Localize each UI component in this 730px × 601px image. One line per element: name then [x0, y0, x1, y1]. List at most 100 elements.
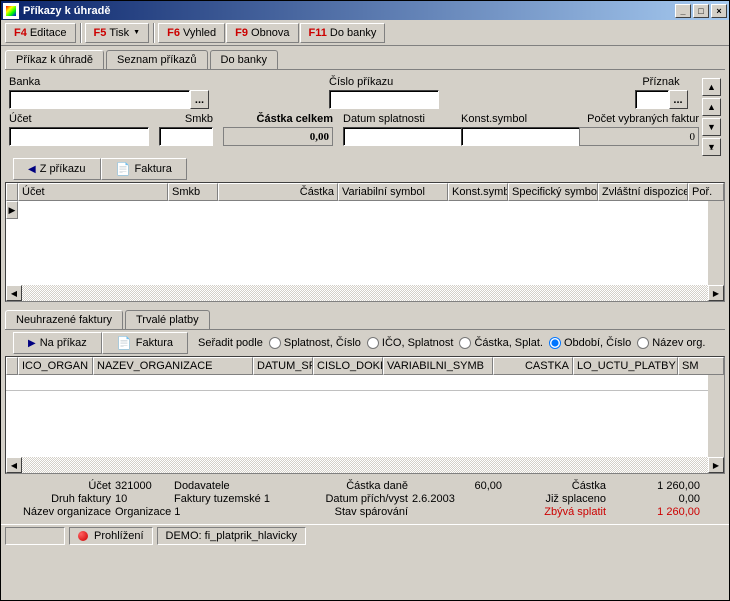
- bank-lookup-button[interactable]: ...: [190, 90, 209, 109]
- summary-invtype-desc: Faktury tuzemské 1: [174, 493, 304, 505]
- flag-input[interactable]: [635, 90, 669, 109]
- grid2-hscroll[interactable]: ◀ ▶: [6, 457, 724, 473]
- sort-opt-3[interactable]: Částka, Splat.: [459, 337, 542, 349]
- to-order-button[interactable]: ▶Na příkaz: [13, 332, 102, 354]
- page-icon: 📄: [116, 162, 131, 176]
- grid1-body[interactable]: ▶: [6, 201, 724, 285]
- invoice-button-1[interactable]: 📄Faktura: [101, 158, 187, 180]
- col-specsym[interactable]: Specifický symbo: [508, 183, 598, 201]
- sort-opt-4[interactable]: Období, Číslo: [549, 337, 631, 349]
- col-docno[interactable]: CISLO_DOKL: [313, 357, 383, 375]
- smkb-input[interactable]: [159, 127, 213, 146]
- view-button[interactable]: F6Vyhled: [158, 23, 225, 43]
- col-payacct[interactable]: LO_UCTU_PLATBY: [573, 357, 678, 375]
- col-amount2[interactable]: CASTKA: [493, 357, 573, 375]
- col-amount[interactable]: Částka: [218, 183, 338, 201]
- flag-label: Příznak: [642, 76, 679, 88]
- col-ico[interactable]: ICO_ORGAN: [18, 357, 93, 375]
- maximize-button[interactable]: □: [693, 4, 709, 18]
- sort-options: Splatnost, Číslo IČO, Splatnost Částka, …: [269, 337, 706, 349]
- account-input[interactable]: [9, 127, 149, 146]
- summary-remain-value: 1 260,00: [610, 506, 700, 518]
- current-row-marker: ▶: [6, 201, 18, 219]
- tab-list[interactable]: Seznam příkazů: [106, 50, 207, 69]
- tab-recurring[interactable]: Trvalé platby: [125, 310, 210, 329]
- page-icon: 📄: [117, 336, 132, 350]
- summary-paid-label: Již splaceno: [506, 493, 606, 505]
- status-pane-1: [5, 527, 65, 545]
- tab-tobank[interactable]: Do banky: [210, 50, 278, 69]
- scroll-right-icon[interactable]: ▶: [708, 457, 724, 473]
- summary-account-label: Účet: [11, 480, 111, 492]
- account-label: Účet: [9, 113, 149, 125]
- bank-label: Banka: [9, 76, 209, 88]
- scroll-left-icon[interactable]: ◀: [6, 285, 22, 301]
- minimize-button[interactable]: _: [675, 4, 691, 18]
- bank-input[interactable]: [9, 90, 190, 109]
- record-dot-icon: [78, 531, 88, 541]
- summary-amount-value: 1 260,00: [610, 480, 700, 492]
- row-header-corner: [6, 183, 18, 201]
- close-button[interactable]: ×: [711, 4, 727, 18]
- grid1-vscroll[interactable]: [708, 201, 724, 285]
- flag-lookup-button[interactable]: ...: [669, 90, 688, 109]
- grid2-vscroll[interactable]: [708, 375, 724, 457]
- scroll-top-button[interactable]: ▲_: [702, 78, 721, 96]
- tab-unpaid[interactable]: Neuhrazené faktury: [5, 310, 123, 329]
- from-order-button[interactable]: ◀Z příkazu: [13, 158, 101, 180]
- summary-account-desc: Dodavatele: [174, 480, 304, 492]
- summary-invtype-value: 10: [115, 493, 170, 505]
- col-sm[interactable]: SM: [678, 357, 724, 375]
- total-label: Částka celkem: [223, 113, 333, 125]
- col-datesp[interactable]: DATUM_SF: [253, 357, 313, 375]
- col-varsym2[interactable]: VARIABILNI_SYMB: [383, 357, 493, 375]
- col-orgname[interactable]: NAZEV_ORGANIZACE: [93, 357, 253, 375]
- edit-button[interactable]: F4Editace: [5, 23, 76, 43]
- total-value: [223, 127, 333, 146]
- col-smkb[interactable]: Smkb: [168, 183, 218, 201]
- col-account[interactable]: Účet: [18, 183, 168, 201]
- scroll-left-icon[interactable]: ◀: [6, 457, 22, 473]
- unpaid-invoices-grid[interactable]: ICO_ORGAN NAZEV_ORGANIZACE DATUM_SF CISL…: [5, 356, 725, 474]
- tobank-button[interactable]: F11Do banky: [300, 23, 386, 43]
- grid2-body[interactable]: [6, 375, 724, 457]
- arrow-right-icon: ▶: [28, 338, 36, 349]
- app-icon: [3, 3, 19, 19]
- scroll-bottom-button[interactable]: ▼_: [702, 138, 721, 156]
- summary-taxamt-value: 60,00: [412, 480, 502, 492]
- title-bar: Příkazy k úhradě _ □ ×: [1, 1, 729, 20]
- row-header-corner2: [6, 357, 18, 375]
- summary-orgname-value: Organizace 1: [115, 506, 304, 518]
- scroll-right-icon[interactable]: ▶: [708, 285, 724, 301]
- arrow-left-icon: ◀: [28, 164, 36, 175]
- orderno-input[interactable]: [329, 90, 439, 109]
- sort-opt-2[interactable]: IČO, Splatnost: [367, 337, 454, 349]
- status-mode: Prohlížení: [69, 527, 153, 545]
- sort-opt-5[interactable]: Název org.: [637, 337, 705, 349]
- summary-paid-value: 0,00: [610, 493, 700, 505]
- sort-label: Seřadit podle: [198, 337, 263, 349]
- order-items-grid[interactable]: Účet Smkb Částka Variabilní symbol Konst…: [5, 182, 725, 302]
- summary-amount-label: Částka: [506, 480, 606, 492]
- invoice-button-2[interactable]: 📄Faktura: [102, 332, 188, 354]
- const-label: Konst.symbol: [461, 113, 569, 125]
- count-label: Počet vybraných faktur: [579, 113, 699, 125]
- summary-orgname-label: Název organizace: [11, 506, 111, 518]
- col-varsym[interactable]: Variabilní symbol: [338, 183, 448, 201]
- scroll-down-button[interactable]: ▼: [702, 118, 721, 136]
- sort-opt-1[interactable]: Splatnost, Číslo: [269, 337, 361, 349]
- tab-order[interactable]: Příkaz k úhradě: [5, 50, 104, 69]
- orderno-label: Číslo příkazu: [329, 76, 439, 88]
- refresh-button[interactable]: F9Obnova: [226, 23, 298, 43]
- col-order[interactable]: Poř.: [688, 183, 724, 201]
- summary-account-value: 321000: [115, 480, 170, 492]
- print-button[interactable]: F5Tisk▼: [85, 23, 150, 43]
- grid1-hscroll[interactable]: ◀ ▶: [6, 285, 724, 301]
- scroll-up-button[interactable]: ▲: [702, 98, 721, 116]
- col-special[interactable]: Zvláštní dispozice: [598, 183, 688, 201]
- dropdown-icon: ▼: [133, 29, 140, 36]
- col-constsym[interactable]: Konst.symb: [448, 183, 508, 201]
- main-tabs: Příkaz k úhradě Seznam příkazů Do banky: [1, 46, 729, 69]
- summary-remain-label: Zbývá splatit: [506, 506, 606, 518]
- due-label: Datum splatnosti: [343, 113, 451, 125]
